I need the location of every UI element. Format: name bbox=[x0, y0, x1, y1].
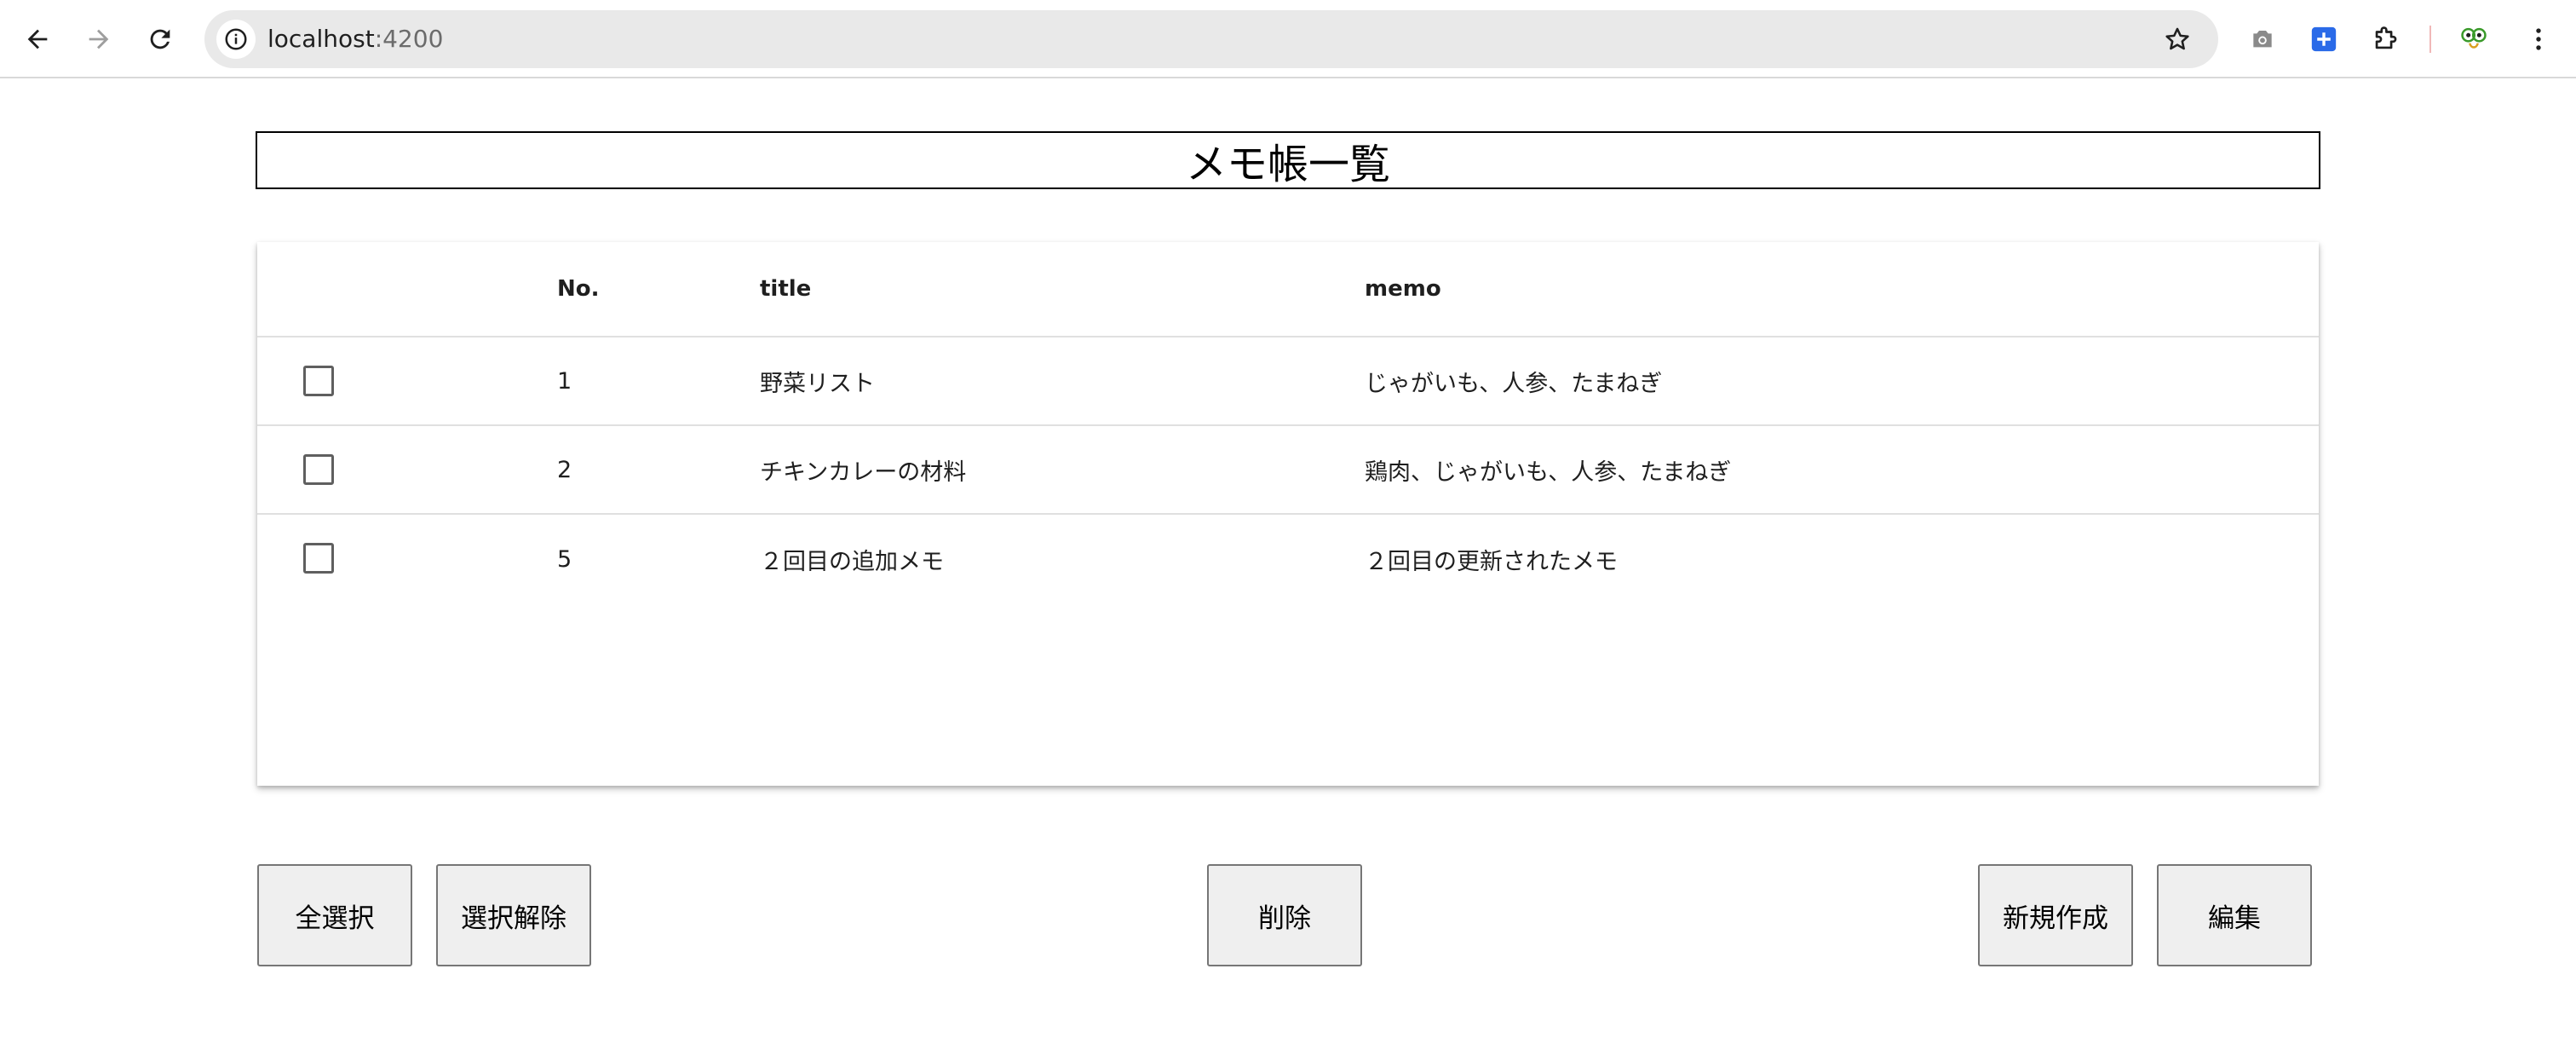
address-bar[interactable]: localhost:4200 bbox=[204, 10, 2218, 68]
select-all-button[interactable]: 全選択 bbox=[257, 864, 412, 966]
reload-button[interactable] bbox=[136, 15, 184, 63]
url-text: localhost:4200 bbox=[267, 10, 443, 68]
back-button[interactable] bbox=[14, 15, 61, 63]
table-header-row: No. title memo bbox=[257, 242, 2319, 337]
edit-button[interactable]: 編集 bbox=[2157, 864, 2312, 966]
browser-toolbar: localhost:4200 bbox=[0, 0, 2576, 78]
delete-button[interactable]: 削除 bbox=[1207, 864, 1362, 966]
url-port: :4200 bbox=[374, 25, 444, 53]
create-button[interactable]: 新規作成 bbox=[1978, 864, 2133, 966]
deselect-button[interactable]: 選択解除 bbox=[436, 864, 591, 966]
url-host: localhost bbox=[267, 25, 375, 53]
extensions-puzzle-icon[interactable] bbox=[2365, 19, 2406, 60]
row-no: 1 bbox=[557, 367, 572, 395]
header-memo[interactable]: memo bbox=[1365, 242, 1441, 336]
site-info-icon[interactable] bbox=[216, 20, 256, 59]
arrow-right-icon bbox=[89, 29, 109, 49]
row-checkbox[interactable] bbox=[303, 454, 334, 485]
toolbar-separator bbox=[2429, 26, 2431, 53]
more-menu-icon[interactable] bbox=[2518, 19, 2559, 60]
row-no: 2 bbox=[557, 456, 572, 483]
row-memo: ２回目の更新されたメモ bbox=[1365, 548, 1618, 575]
table-row[interactable]: 1 野菜リスト じゃがいも、人参、たまねぎ bbox=[257, 337, 2319, 426]
row-no: 5 bbox=[557, 545, 572, 573]
row-checkbox[interactable] bbox=[303, 543, 334, 574]
page-title: メモ帳一覧 bbox=[256, 131, 2320, 189]
arrow-left-icon bbox=[27, 29, 48, 49]
camera-icon[interactable] bbox=[2242, 19, 2283, 60]
row-title: 野菜リスト bbox=[760, 370, 875, 397]
row-memo: じゃがいも、人参、たまねぎ bbox=[1365, 370, 1663, 397]
row-title: チキンカレーの材料 bbox=[760, 458, 967, 486]
row-memo: 鶏肉、じゃがいも、人参、たまねぎ bbox=[1365, 458, 1732, 486]
row-checkbox[interactable] bbox=[303, 366, 334, 396]
bookmark-star-icon[interactable] bbox=[2160, 22, 2194, 56]
table-row[interactable]: 5 ２回目の追加メモ ２回目の更新されたメモ bbox=[257, 515, 2319, 603]
reload-icon bbox=[150, 29, 170, 49]
memo-table: No. title memo 1 野菜リスト じゃがいも、人参、たまねぎ 2 チ… bbox=[257, 242, 2319, 786]
extension-plus-icon[interactable] bbox=[2303, 19, 2344, 60]
header-no[interactable]: No. bbox=[557, 242, 600, 336]
table-row[interactable]: 2 チキンカレーの材料 鶏肉、じゃがいも、人参、たまねぎ bbox=[257, 426, 2319, 515]
forward-button[interactable] bbox=[75, 15, 123, 63]
row-title: ２回目の追加メモ bbox=[760, 548, 944, 575]
header-title[interactable]: title bbox=[760, 242, 811, 336]
profile-avatar-icon[interactable] bbox=[2453, 19, 2494, 60]
